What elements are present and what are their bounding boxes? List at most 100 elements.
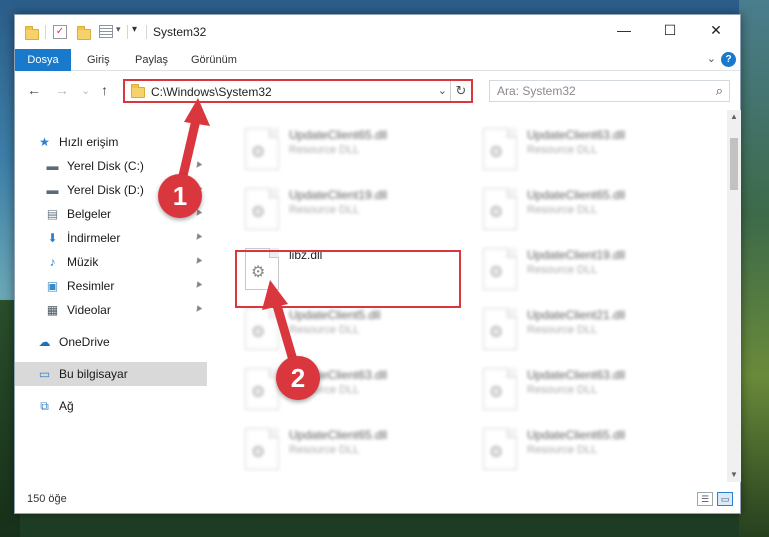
dll-file-icon: ⚙ xyxy=(245,368,279,410)
sidebar-item-label: Belgeler xyxy=(67,207,112,221)
sidebar-item-label: Yerel Disk (D:) xyxy=(67,183,144,197)
vertical-scrollbar[interactable]: ▲ ▼ xyxy=(727,110,741,482)
gear-icon: ⚙ xyxy=(251,204,266,221)
dll-file-icon: ⚙ xyxy=(483,128,517,170)
file-item[interactable]: ⚙ UpdateClient19.dll Resource DLL xyxy=(475,242,705,294)
dll-file-icon: ⚙ xyxy=(245,128,279,170)
file-item[interactable]: ⚙ UpdateClient19.dll Resource DLL xyxy=(237,182,467,234)
file-type: Resource DLL xyxy=(527,144,598,156)
close-button[interactable]: ✕ xyxy=(693,15,739,45)
address-path[interactable]: C:\Windows\System32 xyxy=(151,85,272,99)
properties-check-icon[interactable]: ✓ xyxy=(53,25,67,39)
quick-access-dropdown-icon[interactable]: ▾ xyxy=(116,24,132,40)
recent-locations-button[interactable]: ⌄ xyxy=(81,84,90,97)
sidebar-item-label: Ağ xyxy=(59,399,74,413)
tab-gorunum[interactable]: Görünüm xyxy=(181,49,247,71)
gear-icon: ⚙ xyxy=(489,144,504,161)
file-item[interactable]: ⚙ UpdateClient65.dll Resource DLL xyxy=(475,422,705,474)
gear-icon: ⚙ xyxy=(489,324,504,341)
back-button[interactable]: ← xyxy=(27,82,41,98)
item-count: 150 öğe xyxy=(27,493,67,505)
file-type: Resource DLL xyxy=(289,324,360,336)
file-name: UpdateClient65.dll xyxy=(289,428,388,442)
file-item[interactable]: ⚙ UpdateClient21.dll Resource DLL xyxy=(475,302,705,354)
step-1-badge: 1 xyxy=(158,174,202,218)
gear-icon: ⚙ xyxy=(251,324,266,341)
maximize-button[interactable]: ☐ xyxy=(647,15,693,45)
sidebar-item-label: Hızlı erişim xyxy=(59,135,119,149)
sidebar-item-11[interactable]: ⧉ Ağ xyxy=(15,394,207,418)
file-type: Resource DLL xyxy=(527,324,598,336)
dll-file-icon: ⚙ xyxy=(483,188,517,230)
file-item[interactable]: ⚙ UpdateClient65.dll Resource DLL xyxy=(237,122,467,174)
scroll-up-icon[interactable]: ▲ xyxy=(727,110,741,124)
sidebar-item-9[interactable]: ☁ OneDrive xyxy=(15,330,207,354)
help-icon[interactable]: ? xyxy=(721,52,736,67)
sidebar-item-7[interactable]: ▣ Resimler ▼ xyxy=(15,274,207,298)
pictures-icon: ▣ xyxy=(46,279,59,293)
forward-button[interactable]: → xyxy=(55,82,69,98)
file-name: UpdateClient63.dll xyxy=(527,128,626,142)
tab-dosya[interactable]: Dosya xyxy=(15,49,71,71)
new-folder-icon[interactable] xyxy=(77,26,91,40)
search-icon[interactable]: ⌕ xyxy=(716,83,723,99)
file-item[interactable]: ⚙ UpdateClient65.dll Resource DLL xyxy=(237,422,467,474)
file-name: UpdateClient65.dll xyxy=(527,188,626,202)
file-item[interactable]: ⚙ UpdateClient5.dll Resource DLL xyxy=(237,302,467,354)
sidebar-item-8[interactable]: ▦ Videolar ▼ xyxy=(15,298,207,322)
file-name: UpdateClient63.dll xyxy=(527,368,626,382)
pin-icon: ▼ xyxy=(190,302,206,317)
file-type: Resource DLL xyxy=(527,444,598,456)
dll-file-icon: ⚙ xyxy=(483,308,517,350)
address-bar[interactable]: C:\Windows\System32 ⌄ ↻ xyxy=(123,79,473,103)
sidebar-item-10[interactable]: ▭ Bu bilgisayar xyxy=(15,362,207,386)
search-box[interactable]: ⌕ xyxy=(489,80,730,102)
refresh-icon[interactable]: ↻ xyxy=(450,81,471,101)
ribbon-expand-icon[interactable]: ⌄ xyxy=(707,52,716,65)
file-item[interactable]: ⚙ UpdateClient65.dll Resource DLL xyxy=(475,182,705,234)
file-name: UpdateClient65.dll xyxy=(289,128,388,142)
drive-d-icon: ▬ xyxy=(46,183,59,197)
search-input[interactable] xyxy=(490,81,700,101)
large-icons-view-icon[interactable]: ▭ xyxy=(717,492,733,506)
file-item[interactable]: ⚙ UpdateClient63.dll Resource DLL xyxy=(475,362,705,414)
navigation-pane: ★ Hızlı erişim ▬ Yerel Disk (C:) ▼ ▬ Yerel Dis… xyxy=(15,110,211,482)
file-type: Resource DLL xyxy=(527,384,598,396)
details-view-icon[interactable]: ☰ xyxy=(697,492,713,506)
dll-file-icon: ⚙ xyxy=(483,368,517,410)
file-name: UpdateClient19.dll xyxy=(289,188,388,202)
file-type: Resource DLL xyxy=(289,144,360,156)
file-item[interactable]: ⚙ UpdateClient63.dll Resource DLL xyxy=(237,362,467,414)
list-view-icon[interactable] xyxy=(99,25,113,38)
computer-icon: ▭ xyxy=(38,367,51,381)
folder-icon xyxy=(131,84,145,98)
sidebar-item-1[interactable]: ★ Hızlı erişim xyxy=(15,130,207,154)
tab-giris[interactable]: Giriş xyxy=(77,49,120,71)
folder-icon xyxy=(25,26,39,40)
address-dropdown-icon[interactable]: ⌄ xyxy=(438,84,447,97)
minimize-button[interactable]: — xyxy=(601,15,647,45)
dll-file-icon: ⚙ xyxy=(483,428,517,470)
sidebar-item-6[interactable]: ♪ Müzik ▼ xyxy=(15,250,207,274)
tab-paylas[interactable]: Paylaş xyxy=(125,49,178,71)
sidebar-item-label: OneDrive xyxy=(59,335,110,349)
documents-icon: ▤ xyxy=(46,207,59,221)
file-type: Resource DLL xyxy=(527,264,598,276)
toolbar-separator xyxy=(127,25,128,39)
dll-file-icon: ⚙ xyxy=(483,248,517,290)
sidebar-item-label: Müzik xyxy=(67,255,99,269)
file-item[interactable]: ⚙ UpdateClient63.dll Resource DLL xyxy=(475,122,705,174)
gear-icon: ⚙ xyxy=(251,444,266,461)
file-type: Resource DLL xyxy=(527,204,598,216)
scroll-down-icon[interactable]: ▼ xyxy=(727,468,741,482)
scrollbar-thumb[interactable] xyxy=(730,138,738,190)
gear-icon: ⚙ xyxy=(489,444,504,461)
star-icon: ★ xyxy=(39,135,50,149)
videos-icon: ▦ xyxy=(46,303,59,317)
sidebar-item-label: Videolar xyxy=(67,303,111,317)
gear-icon: ⚙ xyxy=(489,204,504,221)
gear-icon: ⚙ xyxy=(489,264,504,281)
address-row: ← → ⌄ ↑ C:\Windows\System32 ⌄ ↻ ⌕ xyxy=(15,72,740,110)
up-button[interactable]: ↑ xyxy=(101,82,108,98)
sidebar-item-5[interactable]: ⬇ İndirmeler ▼ xyxy=(15,226,207,250)
